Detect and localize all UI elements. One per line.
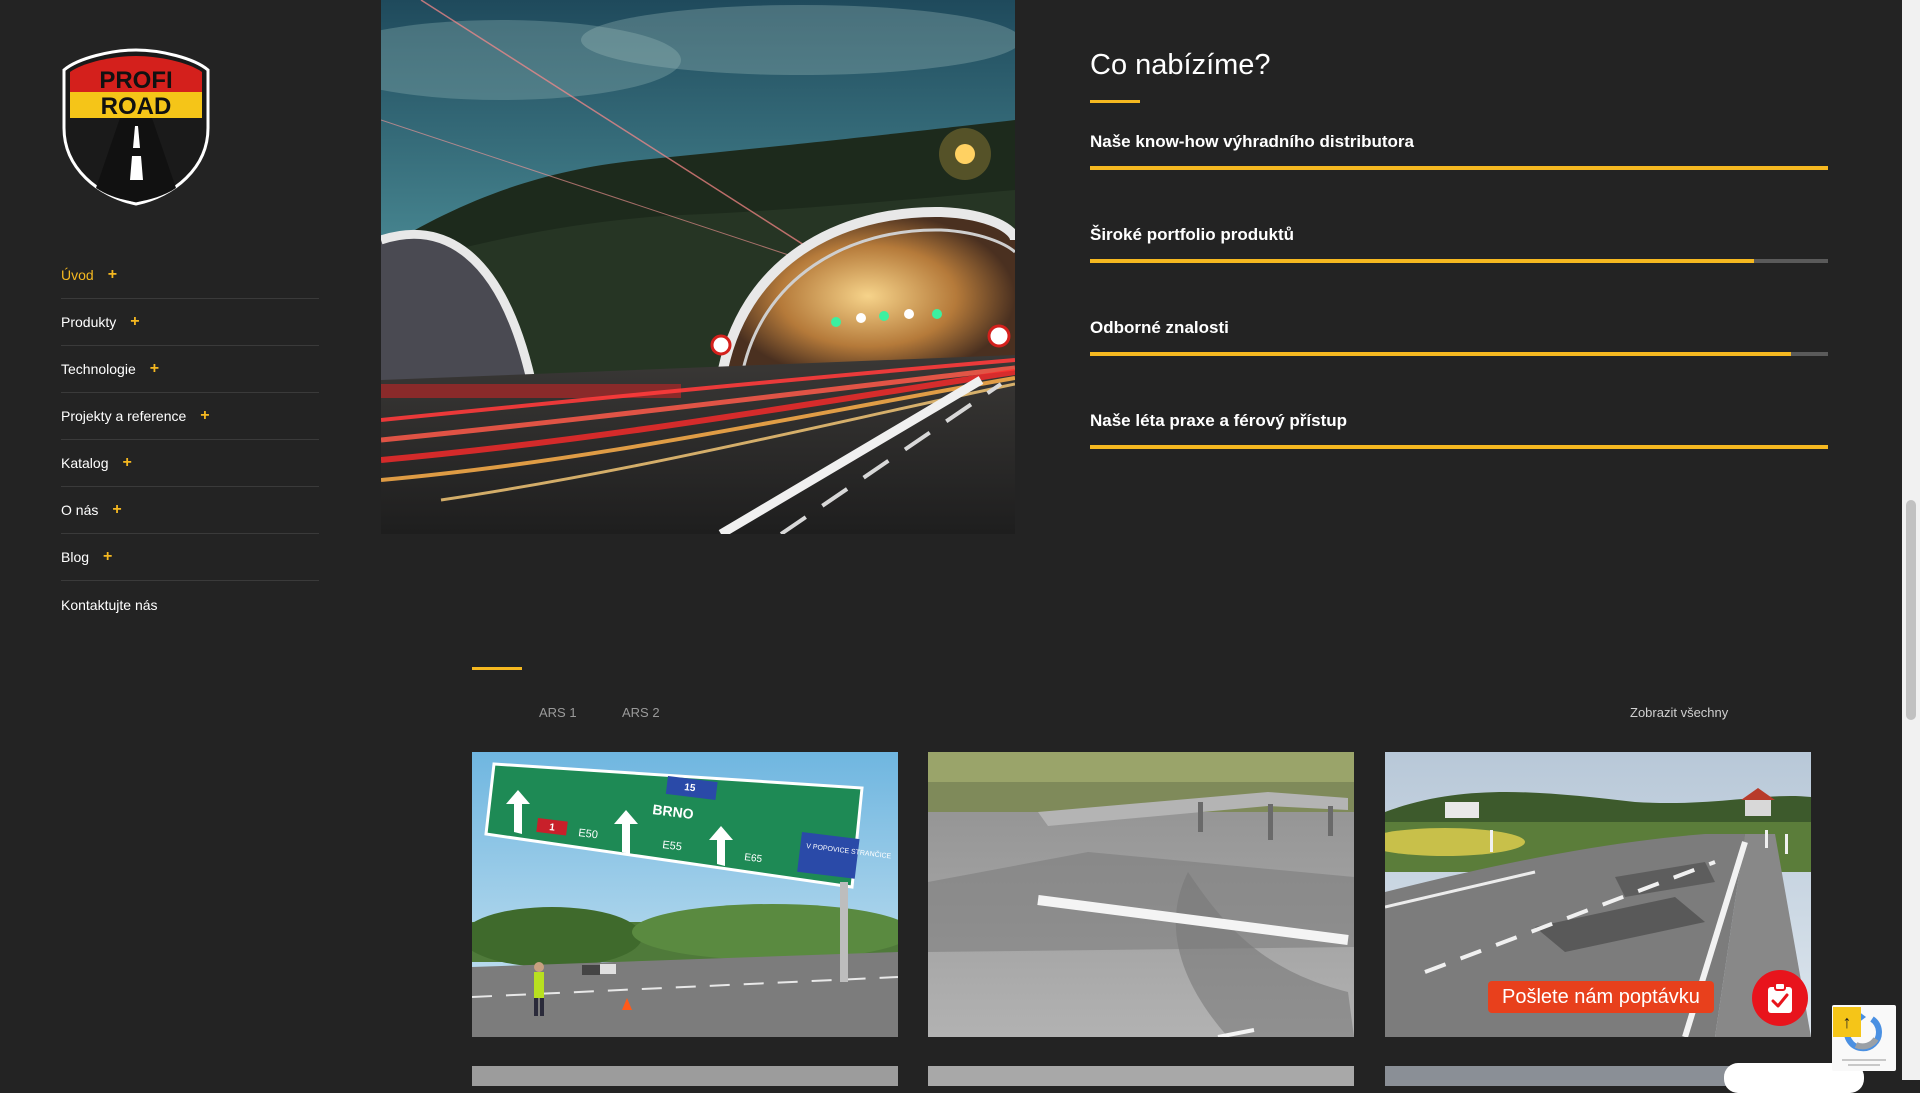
plus-icon[interactable]: + — [103, 549, 112, 565]
inquiry-label[interactable]: Pošlete nám poptávku — [1488, 981, 1714, 1013]
inquiry-button[interactable] — [1752, 970, 1808, 1026]
skill-bar: Naše know-how výhradního distributora — [1090, 130, 1828, 170]
scroll-top-button[interactable]: ↑ — [1833, 1007, 1861, 1037]
skill-track — [1090, 259, 1828, 263]
scrollbar-thumb[interactable] — [1906, 500, 1916, 720]
nav-item-o-nas[interactable]: O nás + — [61, 487, 319, 534]
nav-label: Produkty — [61, 314, 117, 330]
nav-label: Blog — [61, 549, 90, 565]
skill-bar: Naše léta praxe a férový přístup — [1090, 409, 1828, 449]
arrow-up-icon: ↑ — [1842, 1011, 1852, 1032]
nav-item-technologie[interactable]: Technologie + — [61, 346, 319, 393]
highway-sign-photo: BRNO 1 E50 E55 E65 15 V POPOVICE STRANČI… — [472, 752, 898, 1037]
skill-track — [1090, 445, 1828, 449]
logo-text-profi: PROFI — [99, 67, 172, 94]
skill-label: Naše know-how výhradního distributora — [1090, 132, 1414, 151]
profi-road-logo[interactable]: PROFI ROAD — [60, 48, 212, 206]
nav-label: Kontaktujte nás — [61, 596, 158, 613]
sidebar: PROFI ROAD Úvod + Produkty + Technologie… — [0, 0, 380, 1080]
nav-label: Úvod — [61, 267, 94, 283]
skill-fill — [1090, 445, 1828, 449]
show-all-link[interactable]: Zobrazit všechny — [1630, 705, 1728, 720]
filter-ars-1[interactable]: ARS 1 — [539, 705, 577, 720]
road-repair-photo — [928, 752, 1354, 1037]
skill-fill — [1090, 259, 1755, 263]
skill-fill — [1090, 352, 1792, 356]
plus-icon[interactable]: + — [122, 455, 131, 471]
filter-ars-2[interactable]: ARS 2 — [622, 705, 660, 720]
skill-track — [1090, 166, 1828, 170]
main-nav: Úvod + Produkty + Technologie + Projekty… — [61, 252, 319, 628]
tunnel-photo-art — [381, 0, 1015, 534]
plus-icon[interactable]: + — [130, 314, 139, 330]
nav-item-uvod[interactable]: Úvod + — [61, 252, 319, 299]
portfolio-thumb-row2[interactable] — [928, 1066, 1354, 1086]
skill-track — [1090, 352, 1828, 356]
plus-icon[interactable]: + — [112, 502, 121, 518]
nav-item-blog[interactable]: Blog + — [61, 534, 319, 581]
nav-item-projekty[interactable]: Projekty a reference + — [61, 393, 319, 440]
plus-icon[interactable]: + — [200, 408, 209, 424]
nav-label: Projekty a reference — [61, 408, 187, 424]
route-e55: E55 — [662, 839, 683, 853]
skill-bar: Odborné znalosti — [1090, 316, 1828, 356]
plus-icon[interactable]: + — [108, 267, 117, 283]
nav-item-produkty[interactable]: Produkty + — [61, 299, 319, 346]
nav-item-kontakt[interactable]: Kontaktujte nás — [61, 581, 319, 628]
logo-text-road: ROAD — [101, 93, 172, 120]
portfolio-thumb-road-repair[interactable] — [928, 752, 1354, 1037]
tunnel-photo — [381, 0, 1015, 534]
skill-label: Naše léta praxe a férový přístup — [1090, 411, 1348, 430]
title-underline — [1090, 100, 1140, 103]
route-e50: E50 — [578, 827, 599, 841]
offer-title: Co nabízíme? — [1090, 49, 1271, 81]
skill-label: Široké portfolio produktů — [1090, 225, 1294, 244]
nav-item-katalog[interactable]: Katalog + — [61, 440, 319, 487]
nav-label: Katalog — [61, 455, 109, 471]
skill-bar: Široké portfolio produktů — [1090, 223, 1828, 263]
skill-label: Odborné znalosti — [1090, 318, 1229, 337]
skill-fill — [1090, 166, 1828, 170]
clipboard-check-icon — [1768, 982, 1792, 1013]
portfolio-thumb-row2[interactable] — [472, 1066, 898, 1086]
route-e65: E65 — [744, 852, 763, 865]
sign-km-number: 15 — [684, 782, 697, 794]
page-scrollbar[interactable] — [1902, 0, 1920, 1080]
plus-icon[interactable]: + — [150, 361, 159, 377]
nav-label: Technologie — [61, 361, 136, 377]
portfolio-thumb-highway-sign[interactable]: BRNO 1 E50 E55 E65 15 V POPOVICE STRANČI… — [472, 752, 898, 1037]
offer-section: Co nabízíme? Naše know-how výhradního di… — [1090, 40, 1828, 449]
portfolio-accent-line — [472, 667, 522, 670]
nav-label: O nás — [61, 502, 99, 518]
